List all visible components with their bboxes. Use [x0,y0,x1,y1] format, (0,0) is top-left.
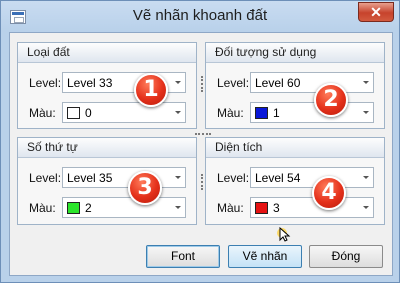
level-label: Level: [29,171,62,185]
level-value: Level 60 [255,76,301,90]
color-swatch [67,202,80,214]
level-value: Level 35 [67,171,113,185]
dialog-window: Vẽ nhãn khoanh đất ✕ Loại đất Level: Lev… [0,0,400,283]
chevron-down-icon[interactable] [363,111,369,114]
chevron-down-icon[interactable] [175,206,181,209]
color-select[interactable]: 1 [250,102,374,123]
color-select[interactable]: 3 [250,197,374,218]
chevron-down-icon[interactable] [175,111,181,114]
color-label: Màu: [29,201,56,215]
level-select[interactable]: Level 54 [250,167,374,188]
step-badge: 4 [312,176,346,210]
dialog-body: Loại đất Level: Level 33 Màu: 0 1 Đối tư… [9,32,393,276]
splitter-grip-bottom[interactable] [201,174,204,190]
color-value: 2 [85,201,92,215]
font-button[interactable]: Font [146,245,220,268]
close-window-button[interactable]: ✕ [358,2,394,22]
mouse-cursor-icon [277,226,291,242]
color-swatch [67,107,80,119]
title-bar[interactable]: Vẽ nhãn khoanh đất ✕ [1,1,399,31]
close-button[interactable]: Đóng [309,245,383,268]
color-label: Màu: [217,106,244,120]
level-select[interactable]: Level 60 [250,72,374,93]
panel-land-user: Đối tượng sử dụng Level: Level 60 Màu: 1… [205,42,385,129]
chevron-down-icon[interactable] [363,81,369,84]
level-select[interactable]: Level 35 [62,167,186,188]
color-value: 0 [85,106,92,120]
level-value: Level 33 [67,76,113,90]
level-label: Level: [217,76,250,90]
color-swatch [255,202,268,214]
window-title: Vẽ nhãn khoanh đất [132,7,268,24]
level-label: Level: [217,171,250,185]
chevron-down-icon[interactable] [175,176,181,179]
step-badge: 2 [314,83,348,117]
step-badge: 1 [134,73,168,107]
color-value: 3 [273,201,280,215]
splitter-grip-top[interactable] [201,76,204,92]
panel-area: Diện tích Level: Level 54 Màu: 3 4 [205,137,385,225]
color-swatch [255,107,268,119]
level-value: Level 54 [255,171,301,185]
panel-title: Số thứ tự [18,138,196,158]
chevron-down-icon[interactable] [363,206,369,209]
level-label: Level: [29,76,62,90]
step-badge: 3 [128,171,162,205]
color-label: Màu: [217,201,244,215]
chevron-down-icon[interactable] [363,176,369,179]
panel-title: Loại đất [18,43,196,63]
panel-serial-number: Số thứ tự Level: Level 35 Màu: 2 3 [17,137,197,225]
panel-title: Diện tích [206,138,384,158]
chevron-down-icon[interactable] [175,81,181,84]
color-value: 1 [273,106,280,120]
color-label: Màu: [29,106,56,120]
draw-labels-button[interactable]: Vẽ nhãn [228,245,302,268]
panel-land-type: Loại đất Level: Level 33 Màu: 0 1 [17,42,197,129]
color-select[interactable]: 2 [62,197,186,218]
panel-title: Đối tượng sử dụng [206,43,384,63]
color-select[interactable]: 0 [62,102,186,123]
